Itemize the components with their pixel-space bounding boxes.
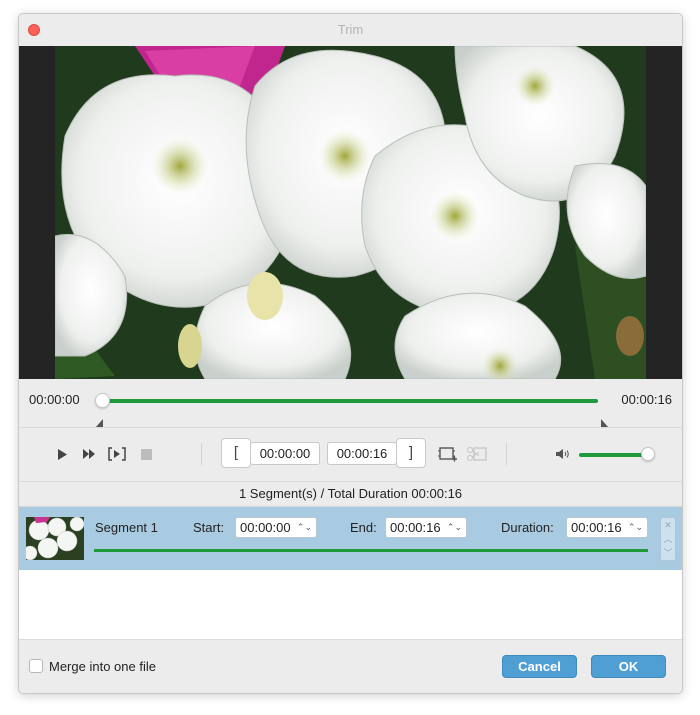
separator: [506, 443, 507, 465]
segment-thumbnail: [26, 517, 84, 560]
segment-duration-label: Duration:: [501, 520, 554, 535]
stepper-arrows-icon[interactable]: ⌃⌄: [297, 518, 312, 537]
play-icon[interactable]: [54, 446, 70, 462]
remove-segment-icon[interactable]: ✕: [661, 518, 675, 532]
volume-icon[interactable]: [555, 446, 571, 462]
crop-icon[interactable]: [438, 446, 458, 462]
segment-duration-stepper[interactable]: 00:00:16 ⌃⌄: [566, 517, 648, 538]
start-time-field[interactable]: 00:00:00: [250, 442, 320, 465]
end-time-field[interactable]: 00:00:16: [327, 442, 397, 465]
timeline-end-time: 00:00:16: [621, 392, 672, 407]
move-down-icon[interactable]: ﹀: [661, 546, 675, 560]
dialog-footer: Merge into one file Cancel OK: [19, 639, 682, 693]
stop-icon[interactable]: [138, 446, 154, 462]
video-frame: [55, 46, 646, 379]
segment-list: Segment 1 Start: 00:00:00 ⌃⌄ End: 00:00:…: [19, 506, 682, 639]
trim-window: Trim 00:00:00 00:00:16 [00:00:00 00:00:…: [18, 13, 683, 694]
merge-label[interactable]: Merge into one file: [49, 659, 156, 674]
segment-start-label: Start:: [193, 520, 225, 535]
fast-forward-icon[interactable]: [81, 446, 97, 462]
segment-end-value: 00:00:16: [390, 520, 441, 535]
stepper-arrows-icon[interactable]: ⌃⌄: [628, 518, 643, 537]
set-end-button[interactable]: ]: [396, 438, 426, 468]
ok-button[interactable]: OK: [591, 655, 666, 678]
bracket-open-icon: [: [233, 444, 239, 461]
video-preview: [19, 46, 682, 379]
segment-side-buttons: ✕ ︿ ﹀: [660, 517, 676, 561]
volume-slider-knob[interactable]: [641, 447, 655, 461]
video-image: [55, 46, 646, 379]
playback-controls: [ 00:00:00 00:00:16 ]: [19, 427, 682, 481]
timeline: 00:00:00 00:00:16: [19, 379, 682, 428]
separator: [201, 443, 202, 465]
set-start-button[interactable]: [: [221, 438, 251, 468]
cancel-button[interactable]: Cancel: [502, 655, 577, 678]
close-icon[interactable]: [28, 24, 40, 36]
move-up-icon[interactable]: ︿: [661, 532, 675, 546]
merge-checkbox[interactable]: [29, 659, 43, 673]
play-segment-icon[interactable]: [107, 446, 127, 462]
segment-end-stepper[interactable]: 00:00:16 ⌃⌄: [385, 517, 467, 538]
playhead-knob[interactable]: [95, 393, 110, 408]
split-icon[interactable]: [466, 446, 488, 462]
bracket-close-icon: ]: [408, 444, 414, 461]
segment-summary: 1 Segment(s) / Total Duration 00:00:16: [19, 481, 682, 506]
segment-name: Segment 1: [95, 520, 158, 535]
segment-row[interactable]: Segment 1 Start: 00:00:00 ⌃⌄ End: 00:00:…: [19, 507, 682, 570]
segment-start-value: 00:00:00: [240, 520, 291, 535]
segment-start-stepper[interactable]: 00:00:00 ⌃⌄: [235, 517, 317, 538]
stepper-arrows-icon[interactable]: ⌃⌄: [447, 518, 462, 537]
title-bar: Trim: [19, 14, 682, 46]
window-title: Trim: [337, 22, 364, 37]
segment-progress-bar: [94, 549, 648, 552]
volume-slider-track[interactable]: [579, 453, 645, 457]
timeline-track[interactable]: [101, 399, 598, 403]
timeline-start-time: 00:00:00: [29, 392, 80, 407]
segment-end-label: End:: [350, 520, 377, 535]
segment-duration-value: 00:00:16: [571, 520, 622, 535]
